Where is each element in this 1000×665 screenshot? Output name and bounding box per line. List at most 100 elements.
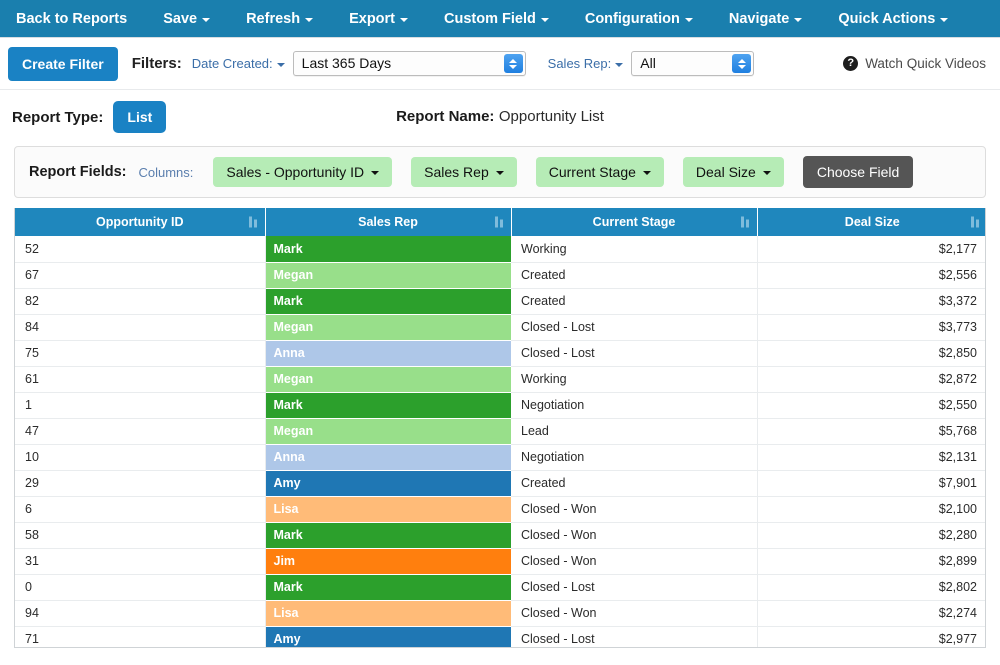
field-chip-label: Deal Size bbox=[696, 164, 756, 180]
table-header-sales-rep[interactable]: Sales Rep bbox=[265, 208, 511, 236]
nav-item-label: Refresh bbox=[246, 11, 300, 27]
table-row[interactable]: 52MarkWorking$2,177 bbox=[15, 236, 986, 262]
table-row[interactable]: 10AnnaNegotiation$2,131 bbox=[15, 444, 986, 470]
chevron-down-icon bbox=[541, 18, 549, 22]
cell-sales-rep: Mark bbox=[265, 574, 511, 600]
sales-rep-dropdown-link[interactable]: Sales Rep: bbox=[548, 56, 624, 71]
date-created-label: Date Created: bbox=[192, 56, 273, 71]
sort-icon[interactable] bbox=[249, 217, 257, 228]
table-row[interactable]: 67MeganCreated$2,556 bbox=[15, 262, 986, 288]
cell-deal-size: $2,556 bbox=[757, 262, 986, 288]
columns-label: Columns: bbox=[138, 165, 193, 180]
nav-item-label: Navigate bbox=[729, 11, 789, 27]
table-header: Opportunity ID Sales Rep Current Stage Deal… bbox=[15, 208, 986, 236]
table-row[interactable]: 61MeganWorking$2,872 bbox=[15, 366, 986, 392]
sort-icon[interactable] bbox=[741, 217, 749, 228]
cell-current-stage: Closed - Won bbox=[511, 600, 757, 626]
field-chip-current-stage[interactable]: Current Stage bbox=[536, 157, 664, 187]
chevron-down-icon bbox=[202, 18, 210, 22]
cell-opportunity-id: 1 bbox=[15, 392, 265, 418]
help-question-icon: ? bbox=[843, 56, 858, 71]
watch-quick-videos-link[interactable]: ? Watch Quick Videos bbox=[843, 56, 986, 71]
table-header-label: Sales Rep bbox=[358, 215, 418, 229]
sort-icon[interactable] bbox=[495, 217, 503, 228]
table-row[interactable]: 71AmyClosed - Lost$2,977 bbox=[15, 626, 986, 648]
nav-custom-field[interactable]: Custom Field bbox=[444, 11, 549, 27]
nav-configuration[interactable]: Configuration bbox=[585, 11, 693, 27]
cell-opportunity-id: 29 bbox=[15, 470, 265, 496]
cell-deal-size: $3,773 bbox=[757, 314, 986, 340]
report-name-label: Report Name: bbox=[396, 108, 494, 125]
table-row[interactable]: 29AmyCreated$7,901 bbox=[15, 470, 986, 496]
choose-field-button[interactable]: Choose Field bbox=[803, 156, 914, 188]
table-row[interactable]: 31JimClosed - Won$2,899 bbox=[15, 548, 986, 574]
cell-sales-rep: Mark bbox=[265, 522, 511, 548]
cell-current-stage: Closed - Lost bbox=[511, 574, 757, 600]
cell-sales-rep: Megan bbox=[265, 314, 511, 340]
cell-sales-rep: Megan bbox=[265, 418, 511, 444]
cell-current-stage: Closed - Lost bbox=[511, 626, 757, 648]
table-header-deal-size[interactable]: Deal Size bbox=[757, 208, 986, 236]
table-row[interactable]: 75AnnaClosed - Lost$2,850 bbox=[15, 340, 986, 366]
cell-deal-size: $2,280 bbox=[757, 522, 986, 548]
create-filter-button[interactable]: Create Filter bbox=[8, 47, 118, 81]
cell-opportunity-id: 58 bbox=[15, 522, 265, 548]
sales-rep-label: Sales Rep: bbox=[548, 56, 612, 71]
table-row[interactable]: 84MeganClosed - Lost$3,773 bbox=[15, 314, 986, 340]
cell-sales-rep: Anna bbox=[265, 444, 511, 470]
cell-sales-rep: Amy bbox=[265, 470, 511, 496]
cell-deal-size: $2,899 bbox=[757, 548, 986, 574]
field-chip-label: Sales - Opportunity ID bbox=[226, 164, 364, 180]
chevron-down-icon bbox=[940, 18, 948, 22]
table-row[interactable]: 6LisaClosed - Won$2,100 bbox=[15, 496, 986, 522]
cell-current-stage: Negotiation bbox=[511, 392, 757, 418]
report-table-container[interactable]: Opportunity ID Sales Rep Current Stage Deal… bbox=[14, 208, 986, 648]
cell-opportunity-id: 6 bbox=[15, 496, 265, 522]
filter-bar: Create Filter Filters: Date Created: Las… bbox=[0, 38, 1000, 90]
cell-sales-rep: Mark bbox=[265, 236, 511, 262]
table-row[interactable]: 47MeganLead$5,768 bbox=[15, 418, 986, 444]
sort-icon[interactable] bbox=[971, 217, 979, 228]
nav-export[interactable]: Export bbox=[349, 11, 408, 27]
table-header-opportunity-id[interactable]: Opportunity ID bbox=[15, 208, 265, 236]
cell-opportunity-id: 47 bbox=[15, 418, 265, 444]
date-created-select[interactable]: Last 365 Days bbox=[293, 51, 526, 76]
cell-current-stage: Created bbox=[511, 288, 757, 314]
watch-quick-videos-label: Watch Quick Videos bbox=[865, 56, 986, 71]
cell-current-stage: Negotiation bbox=[511, 444, 757, 470]
cell-sales-rep: Lisa bbox=[265, 600, 511, 626]
sales-rep-select[interactable]: All bbox=[631, 51, 754, 76]
table-row[interactable]: 1MarkNegotiation$2,550 bbox=[15, 392, 986, 418]
cell-deal-size: $2,274 bbox=[757, 600, 986, 626]
cell-current-stage: Created bbox=[511, 262, 757, 288]
table-header-label: Deal Size bbox=[845, 215, 900, 229]
cell-current-stage: Lead bbox=[511, 418, 757, 444]
nav-refresh[interactable]: Refresh bbox=[246, 11, 313, 27]
nav-quick-actions[interactable]: Quick Actions bbox=[838, 11, 948, 27]
cell-sales-rep: Megan bbox=[265, 262, 511, 288]
table-row[interactable]: 82MarkCreated$3,372 bbox=[15, 288, 986, 314]
nav-save[interactable]: Save bbox=[163, 11, 210, 27]
cell-deal-size: $2,977 bbox=[757, 626, 986, 648]
nav-item-label: Back to Reports bbox=[16, 11, 127, 27]
date-created-dropdown-link[interactable]: Date Created: bbox=[192, 56, 285, 71]
chevron-down-icon bbox=[763, 171, 771, 175]
table-header-current-stage[interactable]: Current Stage bbox=[511, 208, 757, 236]
cell-sales-rep: Jim bbox=[265, 548, 511, 574]
table-row[interactable]: 94LisaClosed - Won$2,274 bbox=[15, 600, 986, 626]
nav-back-to-reports[interactable]: Back to Reports bbox=[16, 11, 127, 27]
table-row[interactable]: 0MarkClosed - Lost$2,802 bbox=[15, 574, 986, 600]
nav-navigate[interactable]: Navigate bbox=[729, 11, 802, 27]
table-header-label: Opportunity ID bbox=[96, 215, 184, 229]
report-type-list-button[interactable]: List bbox=[113, 101, 166, 133]
field-chip-opportunity-id[interactable]: Sales - Opportunity ID bbox=[213, 157, 392, 187]
cell-deal-size: $3,372 bbox=[757, 288, 986, 314]
field-chip-deal-size[interactable]: Deal Size bbox=[683, 157, 784, 187]
cell-current-stage: Closed - Won bbox=[511, 522, 757, 548]
cell-sales-rep: Megan bbox=[265, 366, 511, 392]
cell-opportunity-id: 84 bbox=[15, 314, 265, 340]
field-chip-sales-rep[interactable]: Sales Rep bbox=[411, 157, 517, 187]
chevron-down-icon bbox=[277, 63, 285, 67]
table-row[interactable]: 58MarkClosed - Won$2,280 bbox=[15, 522, 986, 548]
chevron-down-icon bbox=[400, 18, 408, 22]
